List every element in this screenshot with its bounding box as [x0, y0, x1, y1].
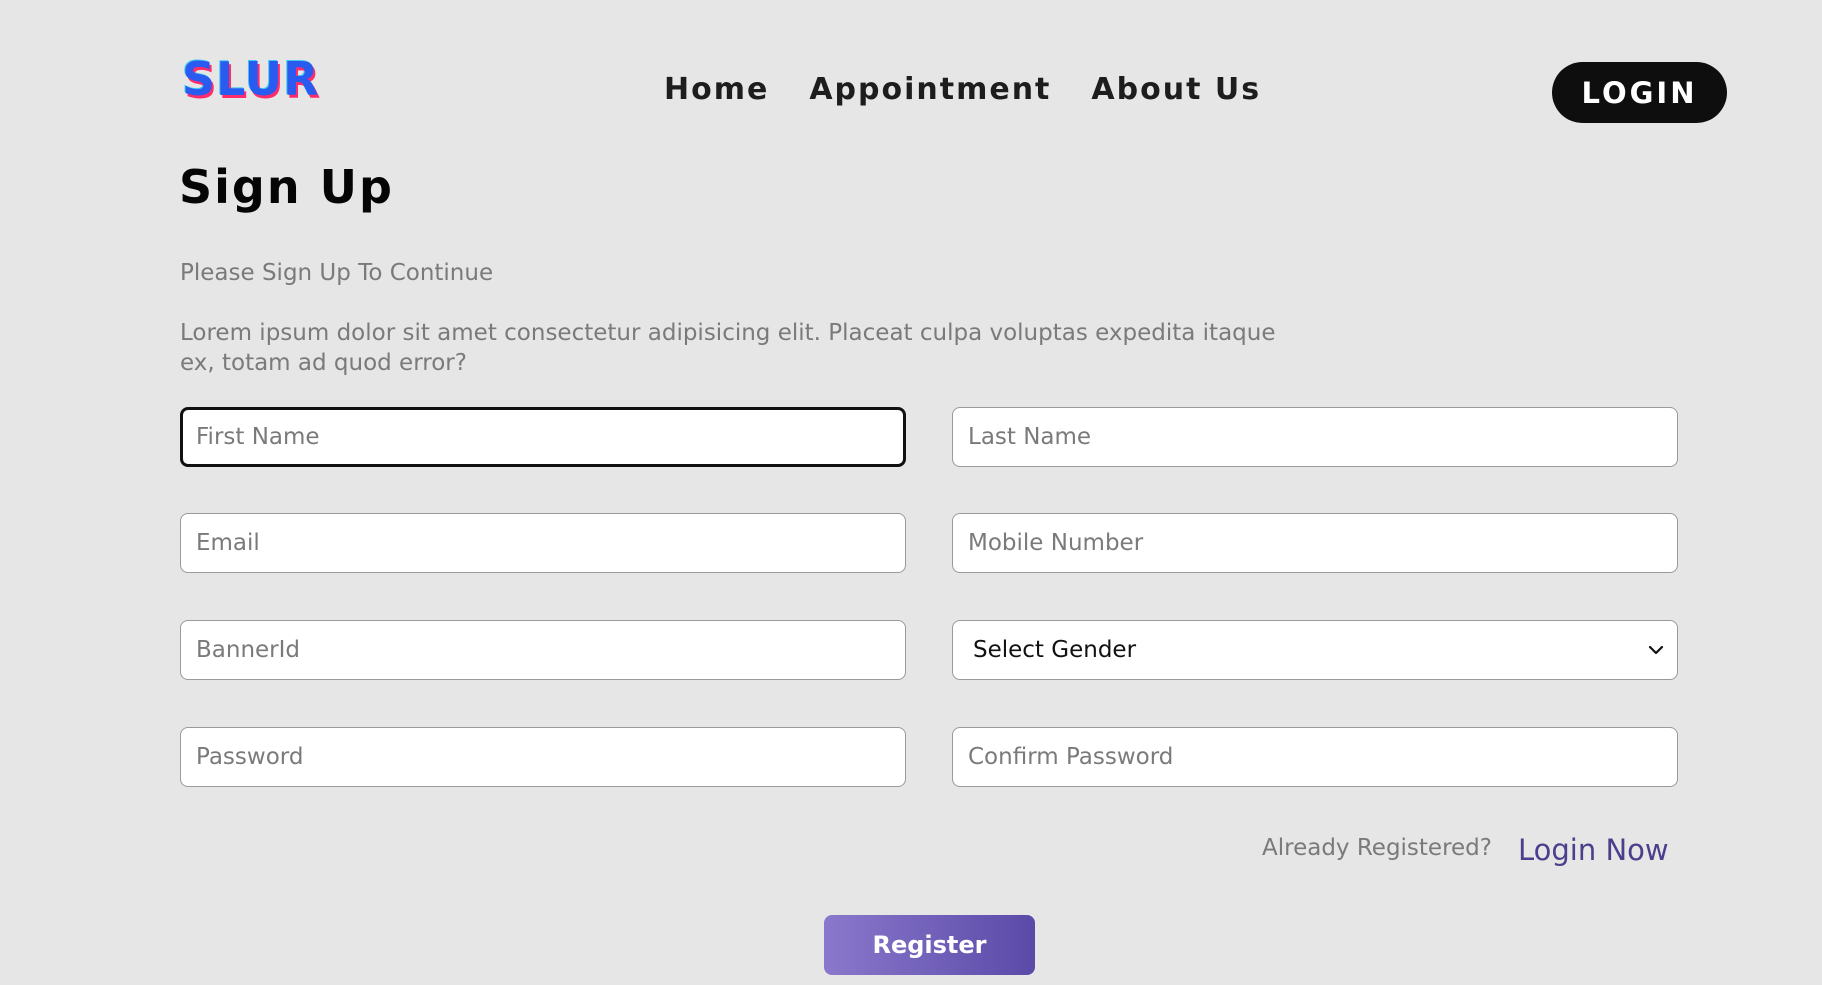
mobile-number-input[interactable] — [952, 513, 1678, 573]
chevron-down-icon — [1648, 645, 1664, 655]
page-description: Lorem ipsum dolor sit amet consectetur a… — [180, 320, 1276, 376]
register-button[interactable]: Register — [824, 915, 1035, 975]
password-input[interactable] — [180, 727, 906, 787]
login-button[interactable]: LOGIN — [1552, 62, 1727, 123]
already-registered-text: Already Registered? — [1262, 835, 1492, 861]
first-name-input[interactable] — [180, 407, 906, 467]
last-name-input[interactable] — [952, 407, 1678, 467]
email-input[interactable] — [180, 513, 906, 573]
banner-id-input[interactable] — [180, 620, 906, 680]
nav-home[interactable]: Home — [664, 72, 769, 107]
nav-appointment[interactable]: Appointment — [809, 72, 1051, 107]
main-nav: Home Appointment About Us — [664, 72, 1261, 107]
signup-page: SLUR Home Appointment About Us LOGIN Sig… — [0, 0, 1822, 985]
login-now-link[interactable]: Login Now — [1518, 833, 1669, 867]
gender-select-value: Select Gender — [973, 637, 1137, 663]
page-subtitle: Please Sign Up To Continue — [180, 260, 494, 286]
logo[interactable]: SLUR — [182, 52, 320, 106]
page-title: Sign Up — [179, 160, 394, 214]
confirm-password-input[interactable] — [952, 727, 1678, 787]
nav-about-us[interactable]: About Us — [1091, 72, 1261, 107]
gender-select[interactable]: Select Gender — [952, 620, 1678, 680]
